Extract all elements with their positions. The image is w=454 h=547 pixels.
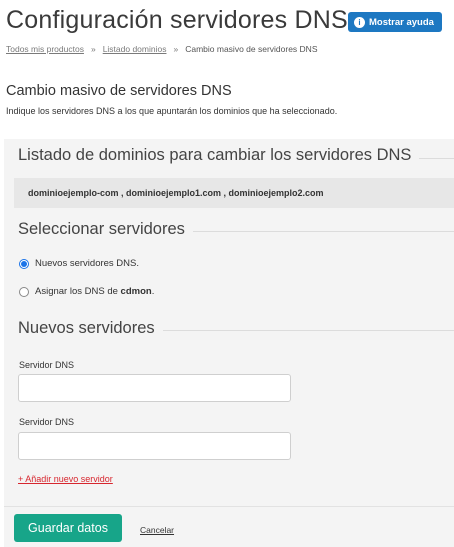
radio-cdmon-label: Asignar los DNS de cdmon. xyxy=(35,286,154,297)
radio-cdmon-label-prefix: Asignar los DNS de xyxy=(35,286,121,297)
radio-new-servers[interactable]: Nuevos servidores DNS. xyxy=(19,258,139,269)
selected-domains-list: dominioejemplo-com , dominioejemplo1.com… xyxy=(14,178,454,208)
breadcrumb-link-domains[interactable]: Listado dominios xyxy=(103,44,167,54)
show-help-label: Mostrar ayuda xyxy=(369,16,434,28)
radio-cdmon-dns[interactable]: Asignar los DNS de cdmon. xyxy=(19,286,154,297)
dns-server-label-2: Servidor DNS xyxy=(19,417,75,427)
select-servers-legend: Seleccionar servidores xyxy=(18,220,193,239)
page-title: Configuración servidores DNS xyxy=(6,6,348,34)
dns-server-input-2[interactable] xyxy=(18,432,291,460)
section-description: Indique los servidores DNS a los que apu… xyxy=(6,106,338,116)
breadcrumb-separator: » xyxy=(173,44,179,54)
domains-legend: Listado de dominios para cambiar los ser… xyxy=(18,146,420,165)
radio-button-selected[interactable] xyxy=(19,258,29,269)
dns-server-label-1: Servidor DNS xyxy=(19,360,75,370)
dns-server-input-1[interactable] xyxy=(18,374,291,402)
breadcrumb-link-products[interactable]: Todos mis productos xyxy=(6,44,84,54)
radio-new-servers-label: Nuevos servidores DNS. xyxy=(35,258,140,269)
breadcrumb: Todos mis productos » Listado dominios » Cam… xyxy=(6,44,318,54)
breadcrumb-current: Cambio masivo de servidores DNS xyxy=(185,44,318,54)
section-title: Cambio masivo de servidores DNS xyxy=(6,83,232,99)
save-button[interactable]: Guardar datos xyxy=(14,514,122,542)
cancel-link[interactable]: Cancelar xyxy=(140,525,174,535)
add-server-link[interactable]: + Añadir nuevo servidor xyxy=(18,474,113,484)
new-servers-legend: Nuevos servidores xyxy=(18,319,163,338)
breadcrumb-separator: » xyxy=(90,44,96,54)
show-help-button[interactable]: i Mostrar ayuda xyxy=(348,12,442,32)
radio-cdmon-label-brand: cdmon xyxy=(120,286,152,297)
footer-divider xyxy=(4,506,454,507)
radio-button[interactable] xyxy=(19,286,29,297)
radio-cdmon-label-suffix: . xyxy=(151,286,155,297)
info-icon: i xyxy=(354,16,365,28)
